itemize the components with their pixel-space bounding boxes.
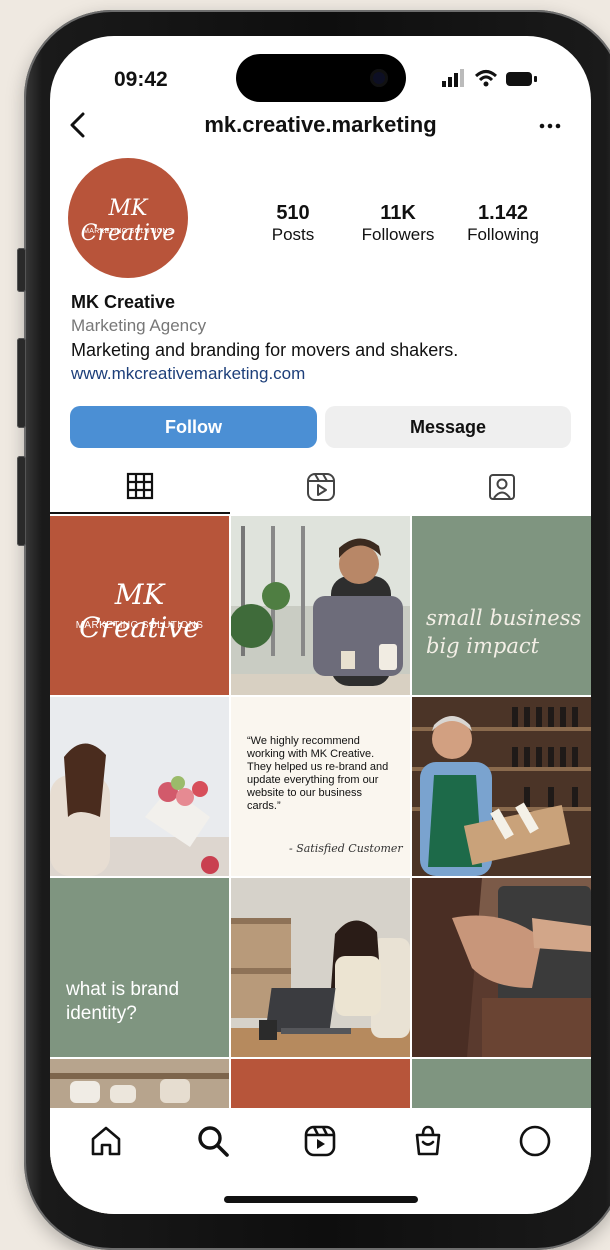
follow-button[interactable]: Follow <box>70 406 317 448</box>
screen: 09:42 mk.creative.marketing MK Creative … <box>50 36 591 1214</box>
active-tab-indicator <box>50 512 230 514</box>
woman-laptop-photo <box>231 878 410 1057</box>
search-icon[interactable] <box>196 1124 230 1158</box>
post-tile[interactable]: what is brand identity? <box>50 878 229 1057</box>
post-brand-tagline: MARKETING SOLUTIONS <box>75 620 204 631</box>
profile-tabs <box>50 468 591 514</box>
florist-photo <box>50 697 229 876</box>
profile-bio-text: Marketing and branding for movers and sh… <box>71 340 459 360</box>
tagged-icon <box>489 474 515 500</box>
stat-posts-value: 510 <box>276 202 310 224</box>
profile-header: mk.creative.marketing <box>50 108 591 144</box>
wine-shop-photo <box>412 697 591 876</box>
avatar-logo-script: MK Creative <box>80 196 176 246</box>
man-on-phone-photo <box>231 516 410 695</box>
post-photo-man-phone[interactable] <box>231 516 410 695</box>
bottom-navigation <box>50 1108 591 1214</box>
testimonial-signature: - Satisfied Customer <box>289 842 403 855</box>
stat-posts-label: Posts <box>271 225 315 244</box>
volume-down-button <box>17 456 26 546</box>
stat-following[interactable]: 1.142 Following <box>460 202 546 245</box>
post-tile[interactable]: small business big impact <box>412 516 591 695</box>
mute-switch <box>17 248 26 292</box>
reels-icon[interactable] <box>303 1124 337 1158</box>
stat-followers-value: 11K <box>380 202 416 224</box>
post-photo-wine-shop[interactable] <box>412 697 591 876</box>
stat-following-value: 1.142 <box>477 202 529 224</box>
testimonial-quote: “We highly recommend working with MK Cre… <box>247 735 389 812</box>
post-photo-hands-tablet[interactable] <box>412 878 591 1057</box>
post-tile[interactable]: MK Creative MARKETING SOLUTIONS <box>50 516 229 695</box>
post-brand-question: what is brand identity? <box>66 979 180 1024</box>
profile-name: MK Creative <box>71 292 176 312</box>
post-sage-line2: big impact <box>426 634 540 658</box>
shop-icon[interactable] <box>411 1124 445 1158</box>
reels-icon <box>307 473 335 501</box>
hands-tablet-photo <box>412 878 591 1057</box>
profile-category: Marketing Agency <box>71 316 207 335</box>
dynamic-island <box>236 54 406 102</box>
home-indicator <box>224 1196 418 1203</box>
volume-up-button <box>17 338 26 428</box>
stat-followers-label: Followers <box>361 225 435 244</box>
post-sage-script: small business big impact <box>426 604 586 660</box>
post-brand-script: MK Creative <box>79 578 200 644</box>
profile-website-link[interactable]: www.mkcreativemarketing.com <box>71 364 571 388</box>
home-icon[interactable] <box>89 1124 123 1158</box>
grid-icon <box>126 472 154 500</box>
more-options-icon[interactable] <box>538 114 562 138</box>
stat-following-label: Following <box>467 225 539 244</box>
post-photo-laptop-woman[interactable] <box>231 878 410 1057</box>
post-testimonial[interactable]: “We highly recommend working with MK Cre… <box>231 697 410 876</box>
tab-tagged[interactable] <box>411 468 591 514</box>
avatar[interactable]: MK Creative MARKETING SOLUTIONS <box>68 158 188 278</box>
post-photo-florist[interactable] <box>50 697 229 876</box>
post-sage-line1: small business <box>426 606 582 630</box>
stat-followers[interactable]: 11K Followers <box>352 202 444 245</box>
tab-grid[interactable] <box>50 468 230 514</box>
avatar-logo-tagline: MARKETING SOLUTIONS <box>83 228 173 235</box>
profile-handle: mk.creative.marketing <box>204 112 437 137</box>
posts-grid: MK Creative MARKETING SOLUTIONS small bu… <box>50 516 591 1214</box>
message-button[interactable]: Message <box>325 406 571 448</box>
profile-icon[interactable] <box>518 1124 552 1158</box>
tab-reels[interactable] <box>230 468 410 514</box>
profile-bio: MK Creative Marketing Agency Marketing a… <box>71 292 571 388</box>
stat-posts[interactable]: 510 Posts <box>250 202 336 245</box>
status-time: 09:42 <box>114 68 168 91</box>
status-icons <box>442 69 537 87</box>
